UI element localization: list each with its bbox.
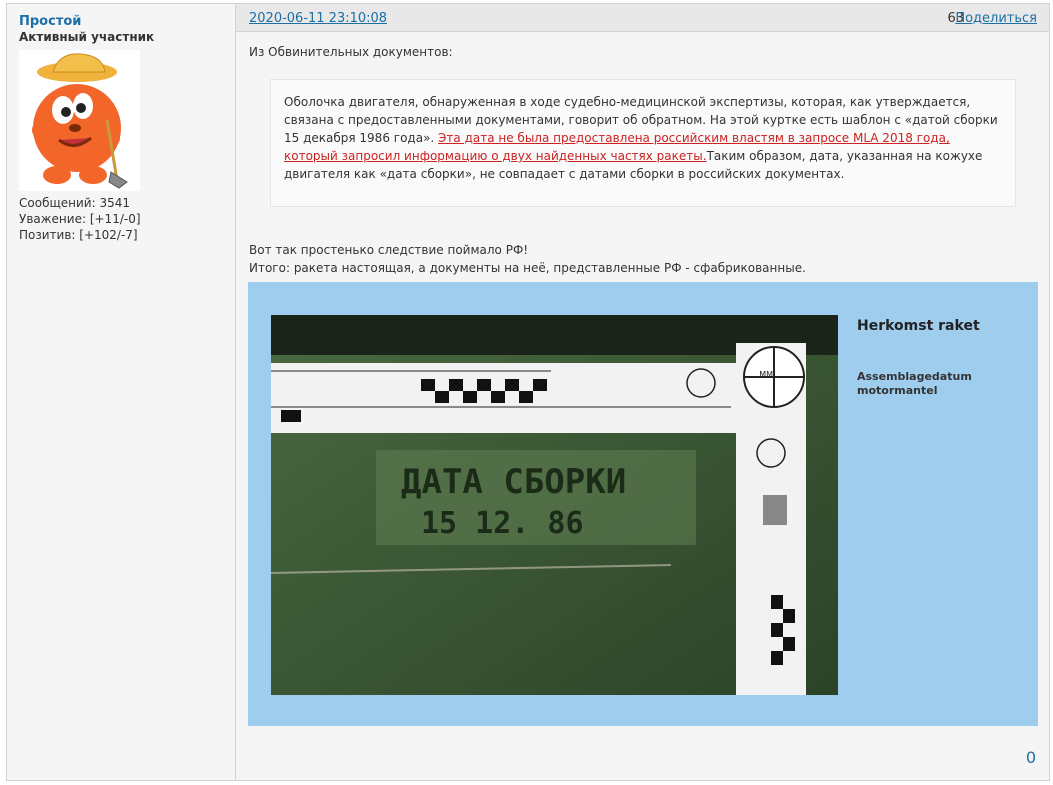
image-subtitle-line-1: Assemblagedatum: [857, 370, 972, 383]
post-intro: Из Обвинительных документов:: [249, 45, 453, 59]
author-title: Активный участник: [19, 30, 155, 44]
like-count[interactable]: 0: [1026, 748, 1036, 767]
stencil-text-1: ДАТА СБОРКИ: [401, 462, 626, 502]
share-link[interactable]: Поделиться: [955, 11, 1037, 26]
post-header: 2020-06-11 23:10:08 63 Поделиться: [236, 4, 1049, 32]
author-stats: Сообщений: 3541 Уважение: [+11/-0] Позит…: [19, 195, 141, 243]
stat-positive: Позитив: [+102/-7]: [19, 228, 138, 242]
post-date-link[interactable]: 2020-06-11 23:10:08: [249, 11, 387, 26]
stencil-text-2: 15 12. 86: [421, 506, 584, 541]
ruler-unit: MM: [759, 370, 773, 379]
stat-respect: Уважение: [+11/-0]: [19, 212, 141, 226]
post-text-line-1: Вот так простенько следствие поймало РФ!: [249, 243, 529, 257]
post-text-line-2: Итого: ракета настоящая, а документы на …: [249, 261, 806, 275]
evidence-photo: MM ДАТА СБОРКИ 15 12. 86: [271, 315, 838, 695]
forum-post: Простой Активный участник Сообщений: 354…: [6, 3, 1050, 781]
stat-messages: Сообщений: 3541: [19, 196, 130, 210]
quote-block: Оболочка двигателя, обнаруженная в ходе …: [270, 79, 1016, 207]
image-caption-subtitle: Assemblagedatum motormantel: [857, 370, 987, 398]
post-image[interactable]: MM ДАТА СБОРКИ 15 12. 86 Herkomst raket …: [248, 282, 1038, 726]
author-sidebar: Простой Активный участник Сообщений: 354…: [7, 4, 236, 780]
post-main: 2020-06-11 23:10:08 63 Поделиться Из Обв…: [236, 4, 1049, 780]
avatar[interactable]: [19, 50, 140, 191]
image-caption-title: Herkomst raket: [857, 318, 980, 334]
author-username[interactable]: Простой: [19, 14, 81, 29]
image-subtitle-line-2: motormantel: [857, 384, 938, 397]
